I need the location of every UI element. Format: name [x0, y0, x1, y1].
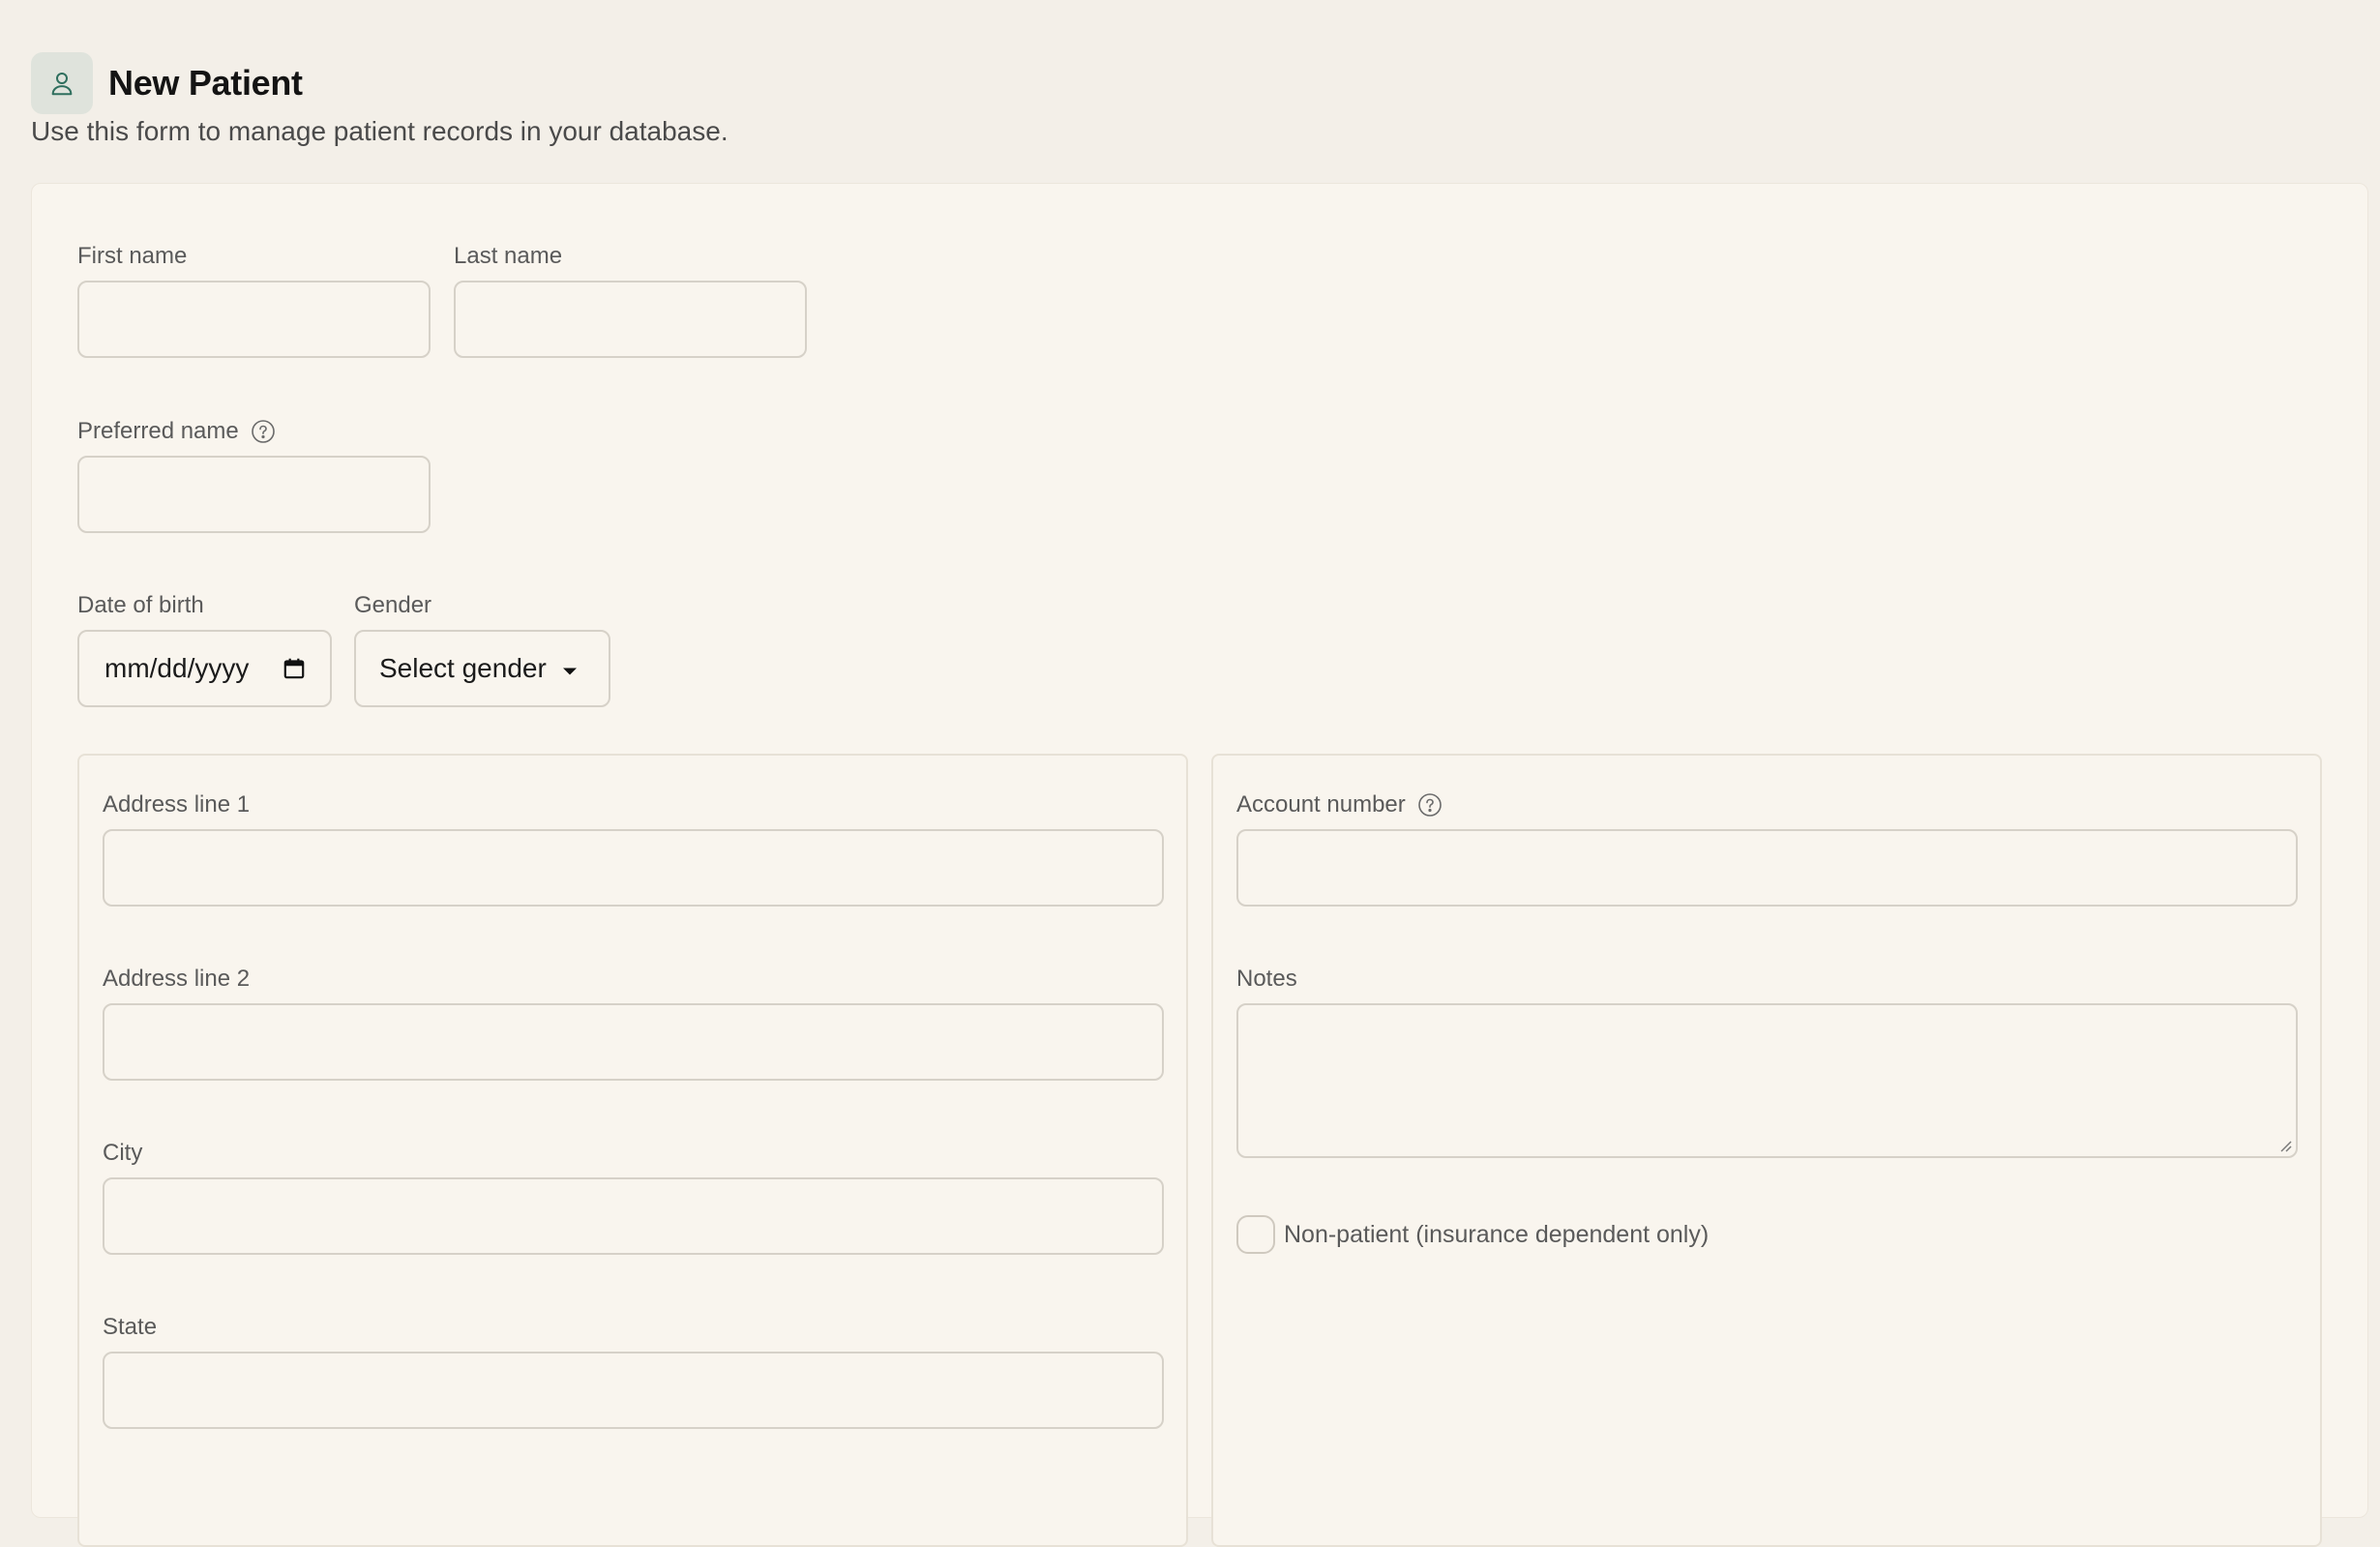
address-line-2-label: Address line 2	[103, 966, 251, 992]
preferred-name-field: Preferred name	[77, 417, 276, 446]
notes-label: Notes	[1236, 966, 1297, 992]
page-title: New Patient	[108, 63, 303, 103]
account-number-field: Account number	[1236, 790, 1443, 819]
address-line-1-field: Address line 1	[103, 790, 250, 819]
user-icon	[31, 52, 93, 114]
page-subtitle: Use this form to manage patient records …	[31, 116, 729, 146]
address-line-1-input[interactable]	[103, 829, 1164, 907]
patient-form: First name Last name Preferred name Date…	[31, 183, 2368, 1547]
last-name-input[interactable]	[454, 281, 807, 358]
calendar-icon[interactable]	[282, 656, 307, 681]
caret-down-icon	[562, 664, 578, 675]
non-patient-label[interactable]: Non-patient (insurance dependent only)	[1284, 1221, 1709, 1249]
non-patient-checkbox[interactable]	[1236, 1215, 1275, 1254]
first-name-field: First name	[77, 242, 187, 271]
notes-textarea[interactable]	[1236, 1003, 2298, 1158]
state-input[interactable]	[103, 1352, 1164, 1429]
date-of-birth-label: Date of birth	[77, 592, 204, 618]
state-label: State	[103, 1314, 158, 1340]
gender-field: Gender	[354, 591, 431, 620]
last-name-label: Last name	[454, 243, 563, 269]
city-label: City	[103, 1140, 143, 1166]
address-line-2-field: Address line 2	[103, 965, 250, 994]
address-line-1-label: Address line 1	[103, 791, 251, 818]
first-name-label: First name	[77, 243, 188, 269]
help-circle-icon[interactable]	[251, 419, 276, 444]
help-circle-icon[interactable]	[1417, 792, 1443, 818]
first-name-input[interactable]	[77, 281, 431, 358]
account-number-input[interactable]	[1236, 829, 2298, 907]
notes-field: Notes	[1236, 965, 1297, 994]
gender-label: Gender	[354, 592, 432, 618]
address-line-2-input[interactable]	[103, 1003, 1164, 1081]
date-of-birth-field: Date of birth	[77, 591, 204, 620]
state-field: State	[103, 1313, 157, 1342]
date-placeholder: mm/dd/yyyy	[104, 653, 250, 683]
preferred-name-input[interactable]	[77, 456, 431, 533]
city-field: City	[103, 1139, 142, 1168]
gender-select[interactable]: Select gender	[354, 630, 610, 707]
preferred-name-label: Preferred name	[77, 418, 239, 444]
gender-selected-value: Select gender	[379, 653, 547, 683]
page-header: New Patient	[31, 52, 303, 114]
account-number-label: Account number	[1236, 791, 1406, 818]
last-name-field: Last name	[454, 242, 562, 271]
city-input[interactable]	[103, 1177, 1164, 1255]
date-of-birth-input[interactable]: mm/dd/yyyy	[77, 630, 332, 707]
resize-grip-icon[interactable]	[2276, 1137, 2292, 1152]
